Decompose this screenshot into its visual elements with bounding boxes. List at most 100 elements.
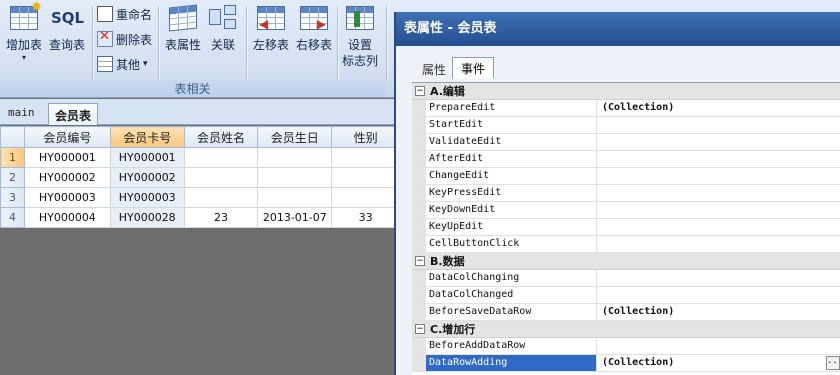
column-header-member-no[interactable]: 会员编号 xyxy=(23,126,111,148)
tab-main[interactable]: main xyxy=(2,103,41,125)
row-gutter xyxy=(412,355,426,371)
property-name[interactable]: KeyUpEdit xyxy=(426,219,597,235)
row-gutter xyxy=(412,117,426,133)
property-row[interactable]: DataColChanged xyxy=(412,287,840,304)
grid-cell[interactable] xyxy=(183,167,259,188)
collapse-toggle-icon[interactable]: − xyxy=(415,324,425,334)
column-header-name[interactable]: 会员姓名 xyxy=(183,126,259,148)
grid-cell[interactable]: 33 xyxy=(331,207,400,228)
move-right-button[interactable]: ▶ 右移表 xyxy=(293,3,335,77)
tab-member-table[interactable]: 会员表 xyxy=(48,103,99,125)
property-value[interactable] xyxy=(597,185,840,201)
property-row[interactable]: ValidateEdit xyxy=(412,134,840,151)
tab-properties[interactable]: 属性 xyxy=(414,59,454,79)
property-row[interactable]: CellButtonClick xyxy=(412,236,840,253)
property-value[interactable] xyxy=(597,236,840,252)
row-number[interactable]: 4 xyxy=(0,207,25,228)
rename-button[interactable]: 重命名 xyxy=(97,4,152,24)
property-row[interactable]: DataRowAdding(Collection)... xyxy=(412,355,840,372)
property-name[interactable]: AfterEdit xyxy=(426,151,597,167)
delete-table-button[interactable]: ✕ 删除表 xyxy=(97,29,152,49)
grid-cell[interactable] xyxy=(183,187,259,208)
property-name[interactable]: BeforeSaveDataRow xyxy=(426,304,597,320)
relate-button[interactable]: 关联 xyxy=(206,3,240,77)
property-category[interactable]: − C.增加行 xyxy=(412,321,840,338)
corner-cell[interactable] xyxy=(0,126,25,148)
grid-cell[interactable]: HY000003 xyxy=(109,187,185,208)
grid-cell[interactable] xyxy=(331,187,400,208)
property-row[interactable]: BeforeAddDataRow xyxy=(412,338,840,355)
property-name[interactable]: KeyPressEdit xyxy=(426,185,597,201)
grid-cell[interactable] xyxy=(257,167,333,188)
collapse-toggle-icon[interactable]: − xyxy=(415,86,425,96)
table-row[interactable]: 2 HY000002 HY000002 xyxy=(0,167,400,188)
property-row[interactable]: KeyUpEdit xyxy=(412,219,840,236)
property-name[interactable]: ValidateEdit xyxy=(426,134,597,150)
query-table-button[interactable]: SQL 查询表 xyxy=(46,3,88,77)
property-category[interactable]: − A.编辑 xyxy=(412,83,840,100)
property-name[interactable]: CellButtonClick xyxy=(426,236,597,252)
property-value[interactable]: (Collection) xyxy=(597,304,840,320)
column-header-card-no[interactable]: 会员卡号 xyxy=(109,126,185,148)
add-table-button[interactable]: ✸ 增加表 ▾ xyxy=(4,0,44,77)
property-row[interactable]: DataColChanging xyxy=(412,270,840,287)
grid-cell[interactable]: 2013-01-07 xyxy=(257,207,333,228)
grid-cell[interactable] xyxy=(257,147,333,168)
property-name[interactable]: DataColChanged xyxy=(426,287,597,303)
grid-cell[interactable]: HY000001 xyxy=(109,147,185,168)
column-header-gender[interactable]: 性别 xyxy=(331,126,400,148)
property-row[interactable]: BeforeSaveDataRow (Collection) xyxy=(412,304,840,321)
row-number[interactable]: 3 xyxy=(0,187,25,208)
table-row[interactable]: 4 HY000004 HY000028 23 2013-01-07 33 xyxy=(0,207,400,228)
grid-cell[interactable]: HY000001 xyxy=(23,147,111,168)
grid-cell[interactable]: HY000004 xyxy=(23,207,111,228)
grid-cell[interactable] xyxy=(331,167,400,188)
grid-cell[interactable] xyxy=(331,147,400,168)
property-value[interactable] xyxy=(597,338,840,354)
property-row[interactable]: KeyDownEdit xyxy=(412,202,840,219)
property-value[interactable] xyxy=(597,287,840,303)
column-header-birthday[interactable]: 会员生日 xyxy=(257,126,333,148)
property-category[interactable]: − B.数据 xyxy=(412,253,840,270)
property-value[interactable] xyxy=(597,270,840,286)
row-number[interactable]: 1 xyxy=(0,147,25,168)
grid-cell[interactable]: HY000002 xyxy=(109,167,185,188)
property-value[interactable] xyxy=(597,151,840,167)
property-value[interactable] xyxy=(597,117,840,133)
table-props-button[interactable]: 表属性 xyxy=(163,3,203,77)
property-value[interactable]: (Collection)... xyxy=(597,355,840,371)
row-number[interactable]: 2 xyxy=(0,167,25,188)
table-row[interactable]: 3 HY000003 HY000003 xyxy=(0,187,400,208)
property-row[interactable]: PrepareEdit (Collection) xyxy=(412,100,840,117)
dialog-title[interactable]: 表属性 - 会员表 xyxy=(396,12,840,46)
property-row[interactable]: AfterEdit xyxy=(412,151,840,168)
grid-cell[interactable]: HY000028 xyxy=(109,207,185,228)
property-row[interactable]: KeyPressEdit xyxy=(412,185,840,202)
property-name[interactable]: StartEdit xyxy=(426,117,597,133)
property-name[interactable]: DataColChanging xyxy=(426,270,597,286)
grid-cell[interactable]: 23 xyxy=(183,207,259,228)
collapse-toggle-icon[interactable]: − xyxy=(415,256,425,266)
other-menu-button[interactable]: 其他 ▾ xyxy=(97,54,148,74)
property-name[interactable]: PrepareEdit xyxy=(426,100,597,116)
property-value[interactable]: (Collection) xyxy=(597,100,840,116)
table-row[interactable]: 1 HY000001 HY000001 xyxy=(0,147,400,168)
grid-cell[interactable]: HY000003 xyxy=(23,187,111,208)
grid-cell[interactable]: HY000002 xyxy=(23,167,111,188)
property-value[interactable] xyxy=(597,168,840,184)
move-left-button[interactable]: ◀ 左移表 xyxy=(250,3,292,77)
grid-cell[interactable] xyxy=(183,147,259,168)
property-value[interactable] xyxy=(597,219,840,235)
property-name[interactable]: KeyDownEdit xyxy=(426,202,597,218)
property-name[interactable]: BeforeAddDataRow xyxy=(426,338,597,354)
setup-flag-column-button[interactable]: 设置 标志列 xyxy=(340,3,380,77)
property-value[interactable] xyxy=(597,134,840,150)
grid-cell[interactable] xyxy=(257,187,333,208)
property-row[interactable]: ChangeEdit xyxy=(412,168,840,185)
tab-events[interactable]: 事件 xyxy=(452,57,495,79)
property-name[interactable]: DataRowAdding xyxy=(426,355,597,371)
property-row[interactable]: StartEdit xyxy=(412,117,840,134)
property-name[interactable]: ChangeEdit xyxy=(426,168,597,184)
ellipsis-button[interactable]: ... xyxy=(826,356,840,370)
property-value[interactable] xyxy=(597,202,840,218)
